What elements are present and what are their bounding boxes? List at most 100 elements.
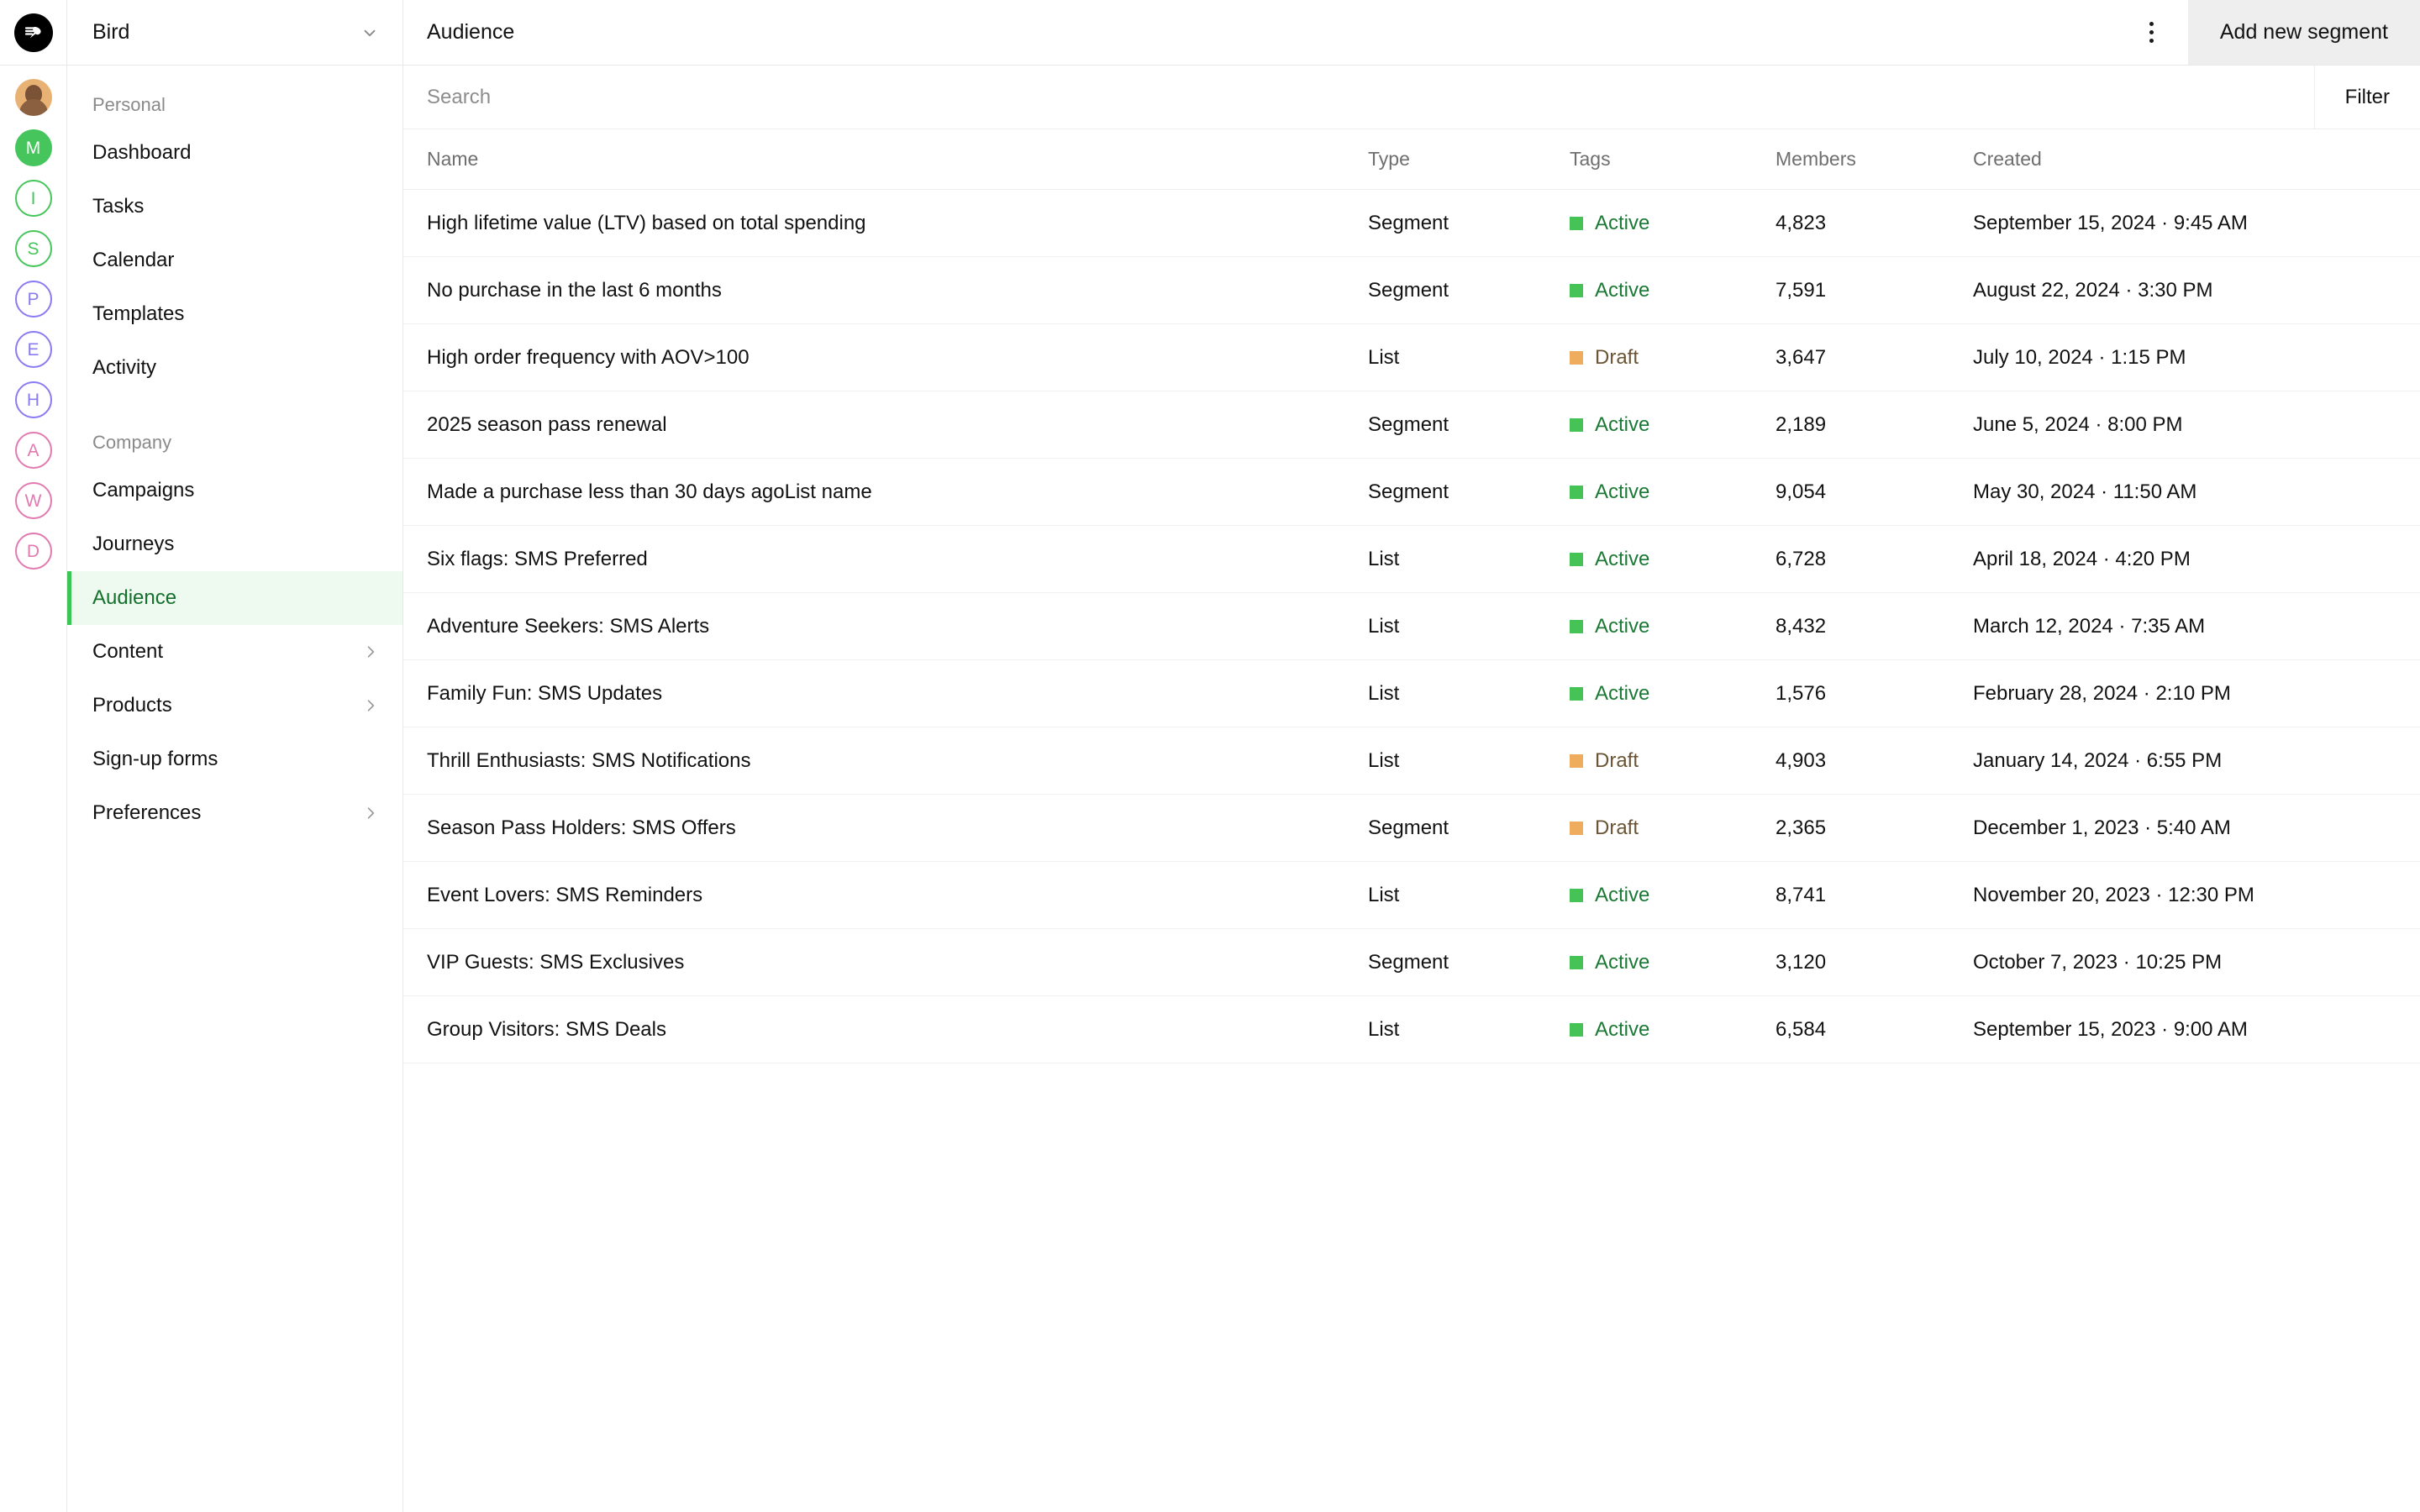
- cell-name: Season Pass Holders: SMS Offers: [427, 816, 736, 839]
- avatar-letter: M: [25, 138, 41, 158]
- cell-members: 2,189: [1776, 412, 1827, 436]
- table-row[interactable]: Group Visitors: SMS Deals List Active 6,584…: [403, 996, 2420, 1063]
- bird-logo-icon[interactable]: [13, 13, 53, 52]
- avatar-letter: W: [24, 491, 42, 511]
- status-badge: Active: [1595, 211, 1650, 234]
- table-row[interactable]: Thrill Enthusiasts: SMS Notifications Lis…: [403, 727, 2420, 795]
- avatar-m[interactable]: M: [14, 129, 52, 166]
- cell-tags: Draft: [1570, 749, 1776, 773]
- status-badge: Draft: [1595, 816, 1639, 839]
- cell-name: Adventure Seekers: SMS Alerts: [427, 614, 710, 638]
- sidebar-item-activity[interactable]: Activity: [67, 341, 402, 395]
- sidebar-item-label: Campaigns: [92, 479, 195, 501]
- sidebar-item-label: Audience: [92, 586, 177, 609]
- table-row[interactable]: High lifetime value (LTV) based on total…: [403, 190, 2420, 257]
- chevron-right-icon: [367, 646, 375, 658]
- avatar-letter: A: [27, 440, 39, 460]
- add-new-segment-button[interactable]: Add new segment: [2187, 0, 2420, 65]
- sidebar-item-preferences[interactable]: Preferences: [67, 786, 402, 840]
- chevron-down-icon: [364, 29, 376, 36]
- avatar-body-shape: [18, 99, 48, 116]
- cell-name: Thrill Enthusiasts: SMS Notifications: [427, 748, 751, 772]
- sidebar-item-templates[interactable]: Templates: [67, 287, 402, 341]
- table-row[interactable]: No purchase in the last 6 months Segment A…: [403, 257, 2420, 324]
- cell-members: 3,120: [1776, 950, 1827, 974]
- status-swatch-icon: [1570, 686, 1583, 701]
- status-swatch-icon: [1570, 1022, 1583, 1037]
- cell-members: 4,903: [1776, 748, 1827, 772]
- cell-members: 3,647: [1776, 345, 1827, 369]
- brand-logo-cell: [0, 0, 67, 66]
- avatar-d[interactable]: D: [14, 533, 52, 570]
- table-row[interactable]: Family Fun: SMS Updates List Active 1,576 Fe…: [403, 660, 2420, 727]
- sidebar-item-campaigns[interactable]: Campaigns: [67, 464, 402, 517]
- table-body: High lifetime value (LTV) based on total…: [403, 190, 2420, 1063]
- cell-type: Segment: [1368, 480, 1449, 503]
- filter-button[interactable]: Filter: [2313, 66, 2420, 129]
- column-header-tags[interactable]: Tags: [1570, 148, 1776, 171]
- user-photo-avatar[interactable]: [14, 79, 52, 116]
- column-header-type[interactable]: Type: [1368, 148, 1570, 171]
- sidebar-item-products[interactable]: Products: [67, 679, 402, 732]
- topbar: Audience Add new segment: [403, 0, 2420, 66]
- table-row[interactable]: Made a purchase less than 30 days agoLis…: [403, 459, 2420, 526]
- avatar-letter: I: [30, 188, 36, 208]
- cell-tags: Active: [1570, 212, 1776, 235]
- status-badge: Active: [1595, 883, 1650, 906]
- sidebar-item-journeys[interactable]: Journeys: [67, 517, 402, 571]
- workspace-switcher[interactable]: Bird: [67, 0, 402, 66]
- cell-created: November 20, 2023 · 12:30 PM: [1973, 883, 2254, 906]
- avatar-i[interactable]: I: [14, 180, 52, 217]
- avatar-h[interactable]: H: [14, 381, 52, 418]
- workspace-rail: M I S P E H A W D: [0, 0, 67, 1512]
- status-swatch-icon: [1570, 619, 1583, 633]
- cell-tags: Active: [1570, 951, 1776, 974]
- sidebar-item-label: Preferences: [92, 801, 202, 824]
- sidebar-nav: Personal Dashboard Tasks Calendar Templa…: [67, 66, 402, 840]
- table-row[interactable]: 2025 season pass renewal Segment Active 2,1…: [403, 391, 2420, 459]
- cell-created: June 5, 2024 · 8:00 PM: [1973, 412, 2183, 436]
- sidebar-item-tasks[interactable]: Tasks: [67, 180, 402, 234]
- sidebar-item-content[interactable]: Content: [67, 625, 402, 679]
- cell-name: Group Visitors: SMS Deals: [427, 1017, 666, 1041]
- table-row[interactable]: VIP Guests: SMS Exclusives Segment Active 3…: [403, 929, 2420, 996]
- cell-tags: Active: [1570, 884, 1776, 907]
- cell-created: July 10, 2024 · 1:15 PM: [1973, 345, 2186, 369]
- search-input[interactable]: [403, 66, 2314, 129]
- column-header-name[interactable]: Name: [427, 148, 1368, 171]
- sidebar-item-label: Activity: [92, 356, 157, 379]
- table-row[interactable]: Season Pass Holders: SMS Offers Segment Dr…: [403, 795, 2420, 862]
- avatar-letter: H: [26, 390, 40, 410]
- avatar-w[interactable]: W: [14, 482, 52, 519]
- sidebar-item-dashboard[interactable]: Dashboard: [67, 126, 402, 180]
- table-row[interactable]: High order frequency with AOV>100 List Dra…: [403, 324, 2420, 391]
- cell-type: List: [1368, 681, 1400, 705]
- cell-type: Segment: [1368, 950, 1449, 974]
- cell-created: October 7, 2023 · 10:25 PM: [1973, 950, 2223, 974]
- column-header-created[interactable]: Created: [1973, 148, 2396, 171]
- sidebar-item-signup-forms[interactable]: Sign-up forms: [67, 732, 402, 786]
- status-badge: Active: [1595, 681, 1650, 705]
- column-header-members[interactable]: Members: [1776, 148, 1973, 171]
- status-swatch-icon: [1570, 350, 1583, 365]
- avatar-e[interactable]: E: [14, 331, 52, 368]
- cell-type: List: [1368, 883, 1400, 906]
- more-options-button[interactable]: [2116, 0, 2188, 65]
- status-swatch-icon: [1570, 283, 1583, 297]
- status-badge: Draft: [1595, 345, 1639, 369]
- table-row[interactable]: Six flags: SMS Preferred List Active 6,728 A…: [403, 526, 2420, 593]
- sidebar-item-audience[interactable]: Audience: [67, 571, 402, 625]
- avatar-s[interactable]: S: [14, 230, 52, 267]
- cell-type: Segment: [1368, 412, 1449, 436]
- avatar-letter: S: [27, 239, 39, 259]
- cell-name: Event Lovers: SMS Reminders: [427, 883, 703, 906]
- cell-name: VIP Guests: SMS Exclusives: [427, 950, 685, 974]
- more-vertical-icon: [2149, 22, 2154, 43]
- cell-created: February 28, 2024 · 2:10 PM: [1973, 681, 2231, 705]
- cell-name: No purchase in the last 6 months: [427, 278, 722, 302]
- avatar-a[interactable]: A: [14, 432, 52, 469]
- avatar-p[interactable]: P: [14, 281, 52, 318]
- table-row[interactable]: Adventure Seekers: SMS Alerts List Active 8…: [403, 593, 2420, 660]
- sidebar-item-calendar[interactable]: Calendar: [67, 234, 402, 287]
- table-row[interactable]: Event Lovers: SMS Reminders List Active 8,7…: [403, 862, 2420, 929]
